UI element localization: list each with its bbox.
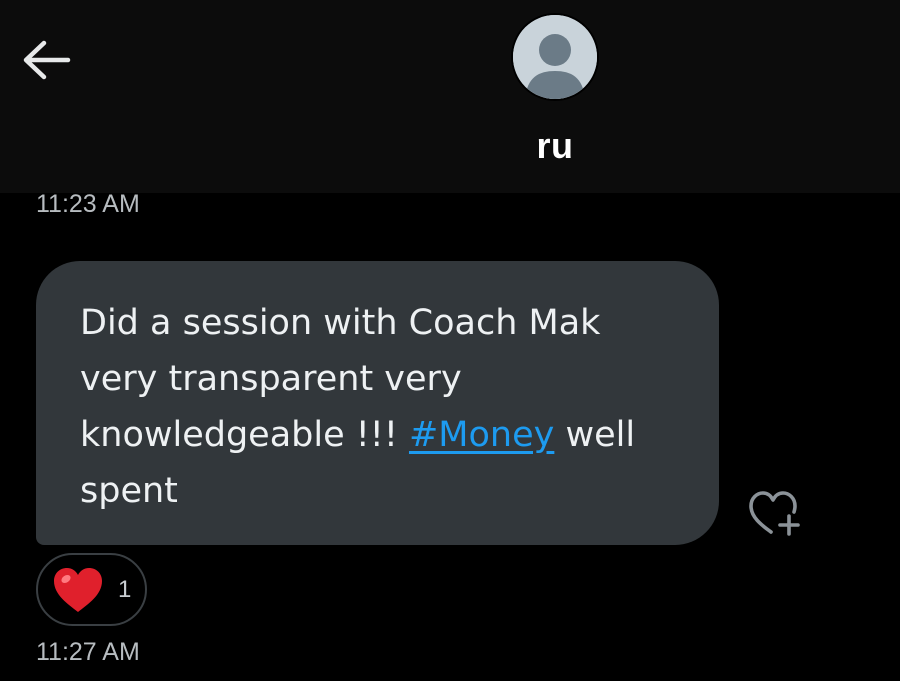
default-avatar-icon [513,15,597,99]
message-timestamp: 11:23 AM [36,190,140,218]
back-button[interactable] [18,34,74,86]
hashtag-link[interactable]: #Money [409,415,554,455]
add-reaction-button[interactable] [745,488,803,540]
message-bubble[interactable]: Did a session with Coach Mak very transp… [36,261,719,545]
conversation-header: ru [0,0,900,193]
message-text: Did a session with Coach Mak very transp… [80,295,679,519]
heart-plus-icon [749,491,800,536]
avatar[interactable] [511,13,599,101]
message-timestamp: 11:27 AM [36,638,140,666]
contact-name[interactable]: ru [455,125,655,167]
reaction-pill[interactable]: 1 [36,553,147,626]
red-heart-icon [54,567,102,612]
arrow-left-icon [23,40,71,80]
reaction-count: 1 [118,575,132,603]
